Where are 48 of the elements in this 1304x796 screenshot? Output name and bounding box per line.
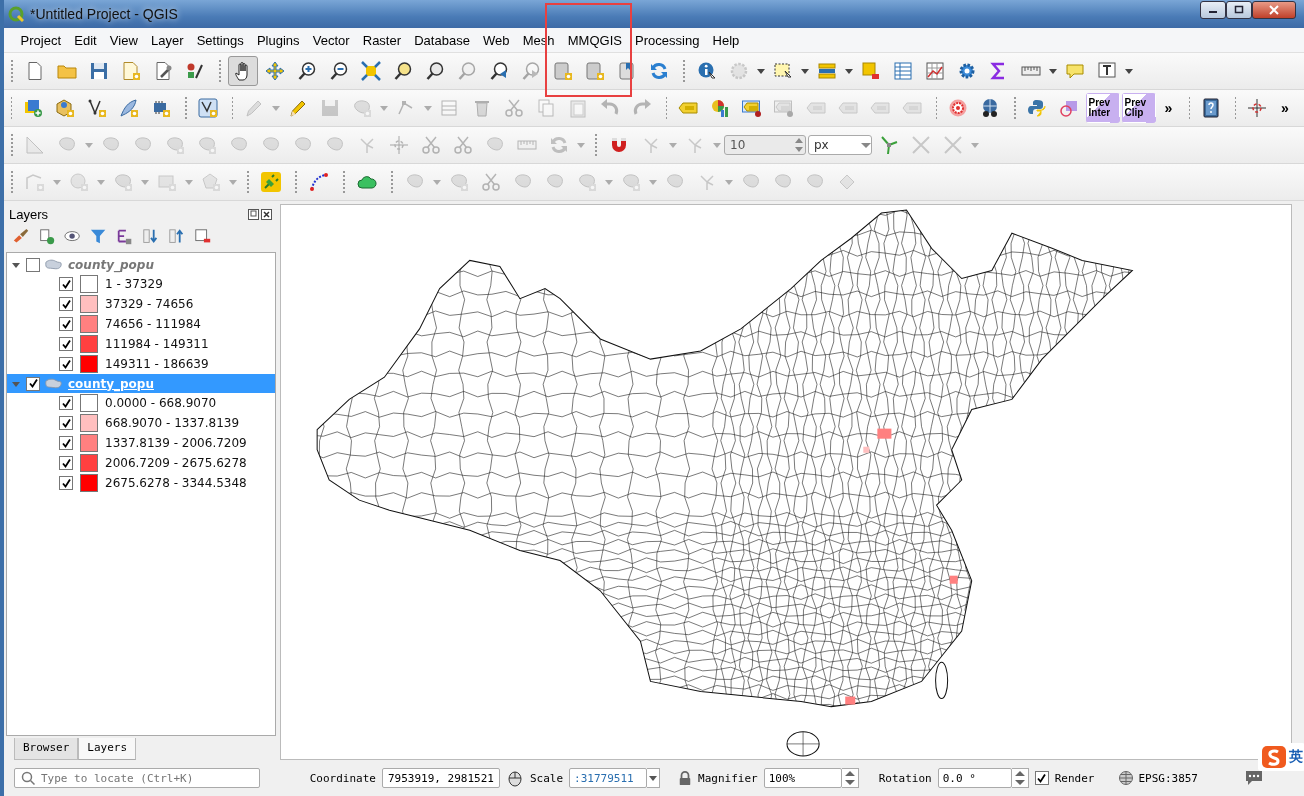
- legend-label: 37329 - 74656: [105, 297, 194, 311]
- window-title: *Untitled Project - QGIS: [30, 6, 178, 22]
- legend-label: 111984 - 149311: [105, 337, 209, 351]
- legend-label: 1337.8139 - 2006.7209: [105, 436, 247, 450]
- scale-label: Scale: [529, 771, 564, 785]
- layer-name: county_popu: [68, 376, 154, 391]
- panel-tab[interactable]: Browser: [14, 738, 79, 760]
- menu-item[interactable]: Vector: [306, 30, 357, 50]
- render-label: Render: [1054, 771, 1095, 785]
- legend-label: 2006.7209 - 2675.6278: [105, 456, 247, 470]
- legend-label: 668.9070 - 1337.8139: [105, 416, 240, 430]
- more-tools-button[interactable]: »: [1274, 93, 1296, 123]
- panel-tab[interactable]: Layers: [78, 738, 137, 760]
- input-language-text: 英: [1289, 748, 1303, 766]
- rotation-label: Rotation: [878, 771, 932, 785]
- magnifier-label: Magnifier: [698, 771, 758, 785]
- legend-label: 1 - 37329: [105, 277, 163, 291]
- legend-label: 149311 - 186639: [105, 357, 209, 371]
- legend-label: 74656 - 111984: [105, 317, 201, 331]
- menu-item[interactable]: Help: [706, 30, 746, 50]
- menu-item[interactable]: Processing: [628, 30, 706, 50]
- menu-item[interactable]: View: [103, 30, 145, 50]
- layer-row[interactable]: county_popu: [7, 255, 275, 274]
- unit-dropdown[interactable]: px: [808, 135, 872, 155]
- menu-item[interactable]: Layer: [144, 30, 191, 50]
- menu-item[interactable]: Edit: [67, 30, 104, 50]
- legend-label: 2675.6278 - 3344.5348: [105, 476, 247, 490]
- panel-title: Layers: [9, 206, 50, 222]
- scale-field[interactable]: :31779511: [569, 768, 648, 788]
- menu-item[interactable]: Settings: [190, 30, 251, 50]
- menu-item[interactable]: Raster: [356, 30, 408, 50]
- preview-button[interactable]: Prev Clip: [1121, 93, 1156, 123]
- layer-name: county_popu: [68, 257, 154, 272]
- menu-item[interactable]: MMQGIS: [561, 30, 629, 50]
- crs-button[interactable]: EPSG:3857: [1118, 770, 1198, 786]
- menu-item[interactable]: Database: [407, 30, 477, 50]
- coordinate-label: Coordinate: [309, 771, 376, 785]
- menu-item[interactable]: Web: [476, 30, 517, 50]
- magnifier-field[interactable]: 100%: [763, 768, 842, 788]
- locator-field[interactable]: Type to locate (Ctrl+K): [14, 768, 260, 788]
- coordinate-field[interactable]: 7953919, 2981521: [381, 768, 500, 788]
- input-method-badge[interactable]: 英: [1258, 743, 1304, 771]
- menu-item[interactable]: Project: [14, 30, 68, 50]
- menu-item[interactable]: Plugins: [250, 30, 307, 50]
- rotation-field[interactable]: 0.0 °: [937, 768, 1012, 788]
- legend-label: 0.0000 - 668.9070: [105, 396, 217, 410]
- more-tools-button[interactable]: »: [1157, 93, 1180, 123]
- preview-button[interactable]: Prev Inter: [1085, 93, 1120, 123]
